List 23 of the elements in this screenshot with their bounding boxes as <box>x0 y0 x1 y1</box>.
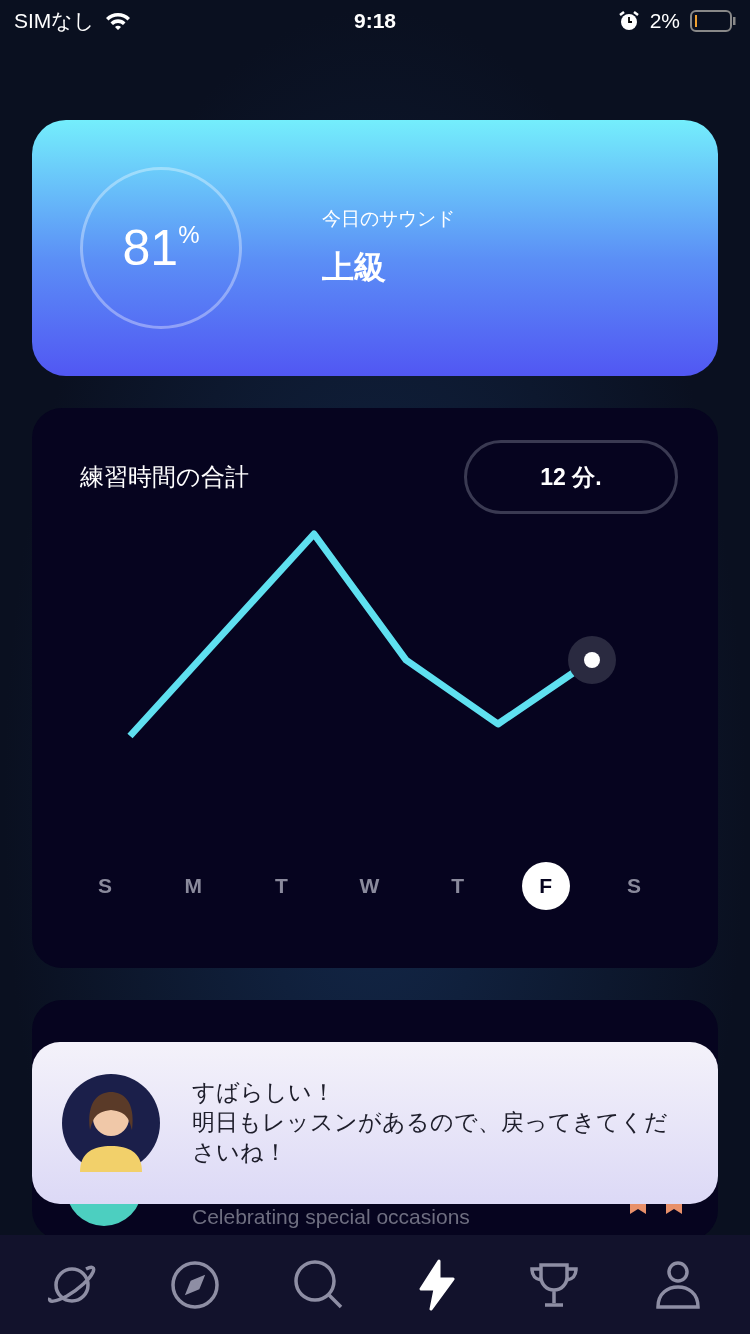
score-value: 81 <box>122 219 179 277</box>
day-label[interactable]: T <box>433 862 482 910</box>
battery-icon <box>690 10 736 32</box>
day-label[interactable]: F <box>521 862 570 910</box>
alarm-icon <box>617 10 640 32</box>
day-label[interactable]: T <box>257 862 306 910</box>
avatar-icon <box>62 1074 160 1172</box>
card-title: 練習時間の合計 <box>80 462 249 493</box>
total-time-button[interactable]: 12 分. <box>464 440 678 514</box>
carrier-label: SIMなし <box>14 8 96 34</box>
level-name: 上級 <box>322 247 387 288</box>
day-label[interactable]: S <box>81 862 130 910</box>
day-label[interactable]: S <box>609 862 658 910</box>
day-label[interactable]: W <box>345 862 394 910</box>
compass-icon <box>169 1258 222 1311</box>
clock-time: 9:18 <box>354 9 396 33</box>
battery-percent: 2% <box>649 9 680 33</box>
percent-sign: % <box>178 221 200 249</box>
wifi-icon <box>105 11 132 31</box>
toast-message: すばらしい！ 明日もレッスンがあるので、戻ってきてくださいね！ <box>192 1078 669 1167</box>
card-label: 今日のサウンド <box>322 206 455 231</box>
lesson-subtitle: Celebrating special occasions <box>192 1205 470 1229</box>
day-label[interactable]: M <box>169 862 218 910</box>
